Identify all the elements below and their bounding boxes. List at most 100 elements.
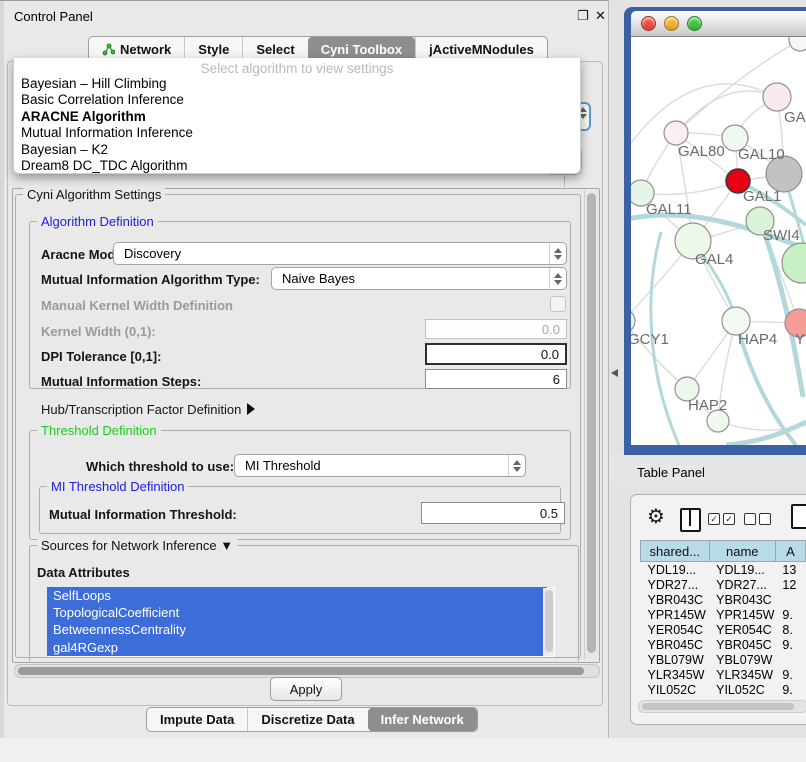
manual-kernel-checkbox[interactable] [550, 296, 566, 312]
attribute-item[interactable]: TopologicalCoefficient [47, 604, 547, 621]
table-cell: YDR27... [709, 577, 775, 592]
attribute-item[interactable]: gal4RGexp [47, 639, 547, 656]
table-cell: 9. [775, 637, 805, 652]
column-header[interactable]: shared... [641, 541, 710, 562]
settings-hscrollbar[interactable] [14, 664, 600, 678]
mi-steps-label: Mutual Information Steps: [41, 374, 201, 389]
mi-steps-field[interactable]: 6 [425, 369, 567, 389]
tab-label: Infer Network [381, 712, 464, 727]
table-panel-title: Table Panel [637, 465, 705, 480]
network-window-titlebar[interactable] [631, 11, 806, 37]
table-hscrollbar[interactable] [638, 700, 806, 713]
network-canvas[interactable]: GALGAL80GAL10GAL1GAL11SWI4GAL4GCY1HAP4YH… [631, 37, 806, 445]
deselect-all-checkbox-icon[interactable] [744, 513, 756, 525]
network-node-gcy1[interactable] [631, 309, 635, 333]
attributes-scrollbar[interactable] [543, 588, 554, 656]
which-threshold-select[interactable]: MI Threshold [234, 454, 526, 477]
bottom-tabbar: Impute Data Discretize Data Infer Network [146, 707, 478, 732]
algorithm-option[interactable]: Bayesian – Hill Climbing [14, 76, 580, 92]
manual-kernel-label: Manual Kernel Width Definition [41, 298, 233, 313]
node-label: SWI4 [763, 227, 800, 244]
algorithm-option[interactable]: Bayesian – K2 [14, 142, 580, 158]
select-all-checkbox-icon[interactable]: ✓ [708, 513, 720, 525]
network-graph: GALGAL80GAL10GAL1GAL11SWI4GAL4GCY1HAP4YH… [631, 37, 806, 445]
data-attributes-label: Data Attributes [37, 565, 130, 580]
table-cell: YBL079W [641, 652, 710, 667]
stepper-icons [549, 243, 566, 264]
table-cell: YER054C [709, 622, 775, 637]
table-row[interactable]: YBR043CYBR043C [641, 592, 806, 607]
tab-discretize-data[interactable]: Discretize Data [247, 708, 367, 731]
pane-resize-cursor [611, 369, 618, 377]
hub-definition-toggle[interactable]: Hub/Transcription Factor Definition [41, 402, 255, 417]
node-label: GAL4 [695, 251, 733, 268]
network-node-gal[interactable] [763, 83, 791, 111]
kernel-width-label: Kernel Width (0,1): [41, 324, 156, 339]
algorithm-popup-list: Bayesian – Hill ClimbingBasic Correlatio… [14, 76, 580, 174]
attribute-item[interactable]: BetweennessCentrality [47, 621, 547, 638]
algorithm-option[interactable]: ARACNE Algorithm [14, 109, 580, 125]
aracne-mode-select[interactable]: Discovery [113, 242, 567, 265]
control-panel-titlebar: Control Panel ❐ ✕ [0, 1, 608, 31]
tab-infer-network[interactable]: Infer Network [368, 708, 477, 731]
table-cell: YIL052C [709, 682, 775, 697]
kernel-width-field[interactable]: 0.0 [425, 319, 567, 339]
columns-icon[interactable] [680, 508, 701, 532]
mi-type-label: Mutual Information Algorithm Type: [41, 272, 260, 287]
table-cell: YIL052C [641, 682, 710, 697]
mac-zoom-button[interactable] [687, 16, 702, 31]
table-cell: YDL19... [641, 562, 710, 578]
table-cell: YDL19... [709, 562, 775, 578]
node-label: GAL11 [646, 201, 692, 218]
table-cell: YBR045C [709, 637, 775, 652]
deselect-all-checkbox-icon[interactable] [759, 513, 771, 525]
table-row[interactable]: YBR045CYBR045C9. [641, 637, 806, 652]
network-node[interactable] [782, 243, 806, 283]
mi-type-select[interactable]: Naive Bayes [271, 267, 567, 290]
close-icon[interactable]: ✕ [595, 8, 606, 24]
group-title: MI Threshold Definition [47, 479, 188, 494]
network-node[interactable] [789, 37, 806, 51]
algorithm-option[interactable]: Mutual Information Inference [14, 125, 580, 141]
table-cell [775, 652, 805, 667]
scrollbar-thumb[interactable] [587, 193, 596, 653]
table-cell: YPR145W [641, 607, 710, 622]
table-cell: 9. [775, 667, 805, 682]
table-row[interactable]: YPR145WYPR145W9. [641, 607, 806, 622]
scrollbar-thumb[interactable] [545, 590, 553, 652]
table-row[interactable]: YIL052CYIL052C9. [641, 682, 806, 697]
apply-button[interactable]: Apply [270, 677, 342, 701]
table-cell: YER054C [641, 622, 710, 637]
mi-threshold-field[interactable]: 0.5 [421, 502, 565, 524]
column-header[interactable]: A [775, 541, 805, 562]
mac-close-button[interactable] [641, 16, 656, 31]
network-edge[interactable] [676, 91, 777, 133]
network-node-gal80[interactable] [664, 121, 688, 145]
attribute-item[interactable]: SelfLoops [47, 587, 547, 604]
mac-minimize-button[interactable] [664, 16, 679, 31]
select-all-checkbox-icon[interactable]: ✓ [723, 513, 735, 525]
stepper-icons [508, 455, 525, 476]
tab-label: Discretize Data [261, 712, 354, 727]
algorithm-option[interactable]: Dream8 DC_TDC Algorithm [14, 158, 580, 174]
scrollbar-thumb[interactable] [18, 667, 584, 675]
tab-impute-data[interactable]: Impute Data [147, 708, 247, 731]
settings-vscrollbar[interactable] [584, 190, 598, 659]
node-label: GCY1 [631, 331, 669, 348]
table-row[interactable]: YLR345WYLR345W9. [641, 667, 806, 682]
float-window-icon[interactable]: ❐ [577, 8, 589, 24]
table-cell: YBR043C [709, 592, 775, 607]
gear-icon[interactable]: ⚙ [647, 504, 665, 529]
node-label: GAL80 [678, 143, 725, 160]
table-row[interactable]: YDL19...YDL19...13 [641, 562, 806, 578]
table-row[interactable]: YBL079WYBL079W [641, 652, 806, 667]
column-header[interactable]: name [709, 541, 775, 562]
network-edge[interactable] [641, 181, 738, 195]
window-edge [0, 1, 4, 738]
algorithm-option[interactable]: Basic Correlation Inference [14, 92, 580, 108]
dpi-tolerance-field[interactable]: 0.0 [425, 343, 567, 365]
document-icon[interactable] [791, 504, 806, 529]
table-row[interactable]: YER054CYER054C8. [641, 622, 806, 637]
table-row[interactable]: YDR27...YDR27...12 [641, 577, 806, 592]
scrollbar-thumb[interactable] [642, 703, 794, 710]
